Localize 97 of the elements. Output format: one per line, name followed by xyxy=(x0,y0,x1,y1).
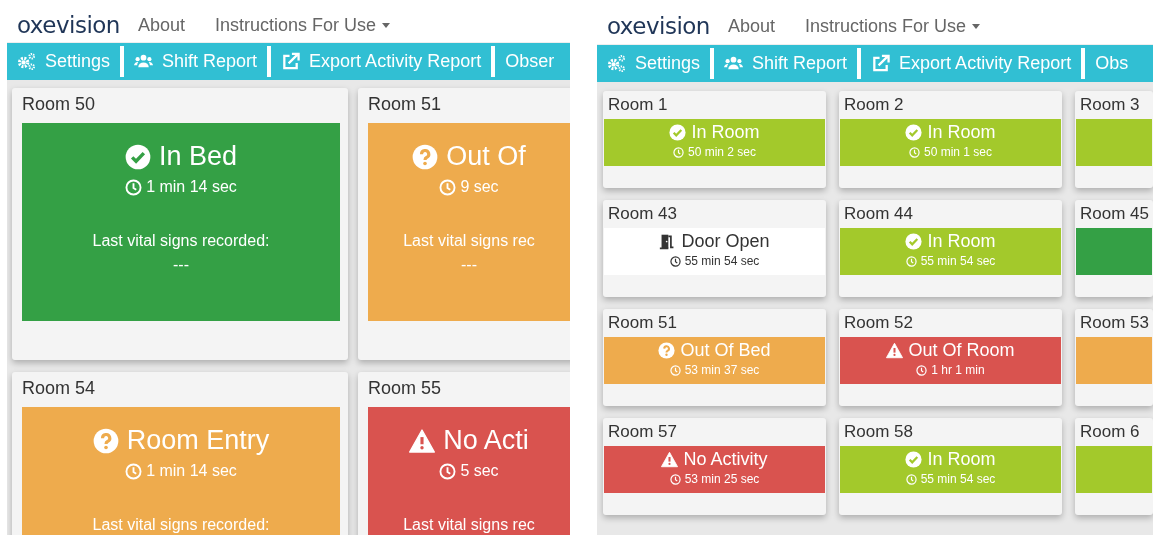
room-card[interactable]: Room 57 No Activity 53 min 25 sec xyxy=(603,418,826,515)
room-card[interactable]: Room 52 Out Of Room 1 hr 1 min xyxy=(839,309,1062,406)
check-circle-icon xyxy=(669,124,687,141)
room-card[interactable]: Room 3 xyxy=(1075,91,1153,188)
clock-icon xyxy=(908,146,920,158)
room-name: Room 58 xyxy=(843,422,914,442)
room-card[interactable]: Room 51 Out Of Bed 53 min 37 sec xyxy=(603,309,826,406)
nav-link[interactable]: About xyxy=(727,15,775,37)
elapsed-time: 53 min 25 sec xyxy=(684,472,760,486)
room-card[interactable]: Room 51 Out Of 9 sec Last vital signs rec --- xyxy=(358,88,570,360)
vitals-label: Last vital signs recorded: xyxy=(91,232,271,250)
room-name: Room 57 xyxy=(607,422,678,442)
gears-icon xyxy=(607,54,626,73)
room-name: Room 53 xyxy=(1079,313,1150,333)
clock-icon xyxy=(905,473,917,485)
room-name: Room 51 xyxy=(368,94,443,115)
room-card[interactable]: Room 50 In Bed 1 min 14 sec Last vital signs recorded: --- xyxy=(12,88,348,360)
elapsed-time: 5 sec xyxy=(460,462,499,480)
room-name: Room 51 xyxy=(607,313,678,333)
room-name: Room 2 xyxy=(843,95,905,115)
external-link-icon xyxy=(281,52,301,71)
elapsed-time: 1 min 14 sec xyxy=(146,178,237,196)
elapsed-time: 1 hr 1 min xyxy=(931,363,985,377)
logo[interactable]: oxevision xyxy=(607,13,710,39)
status-label: No Acti xyxy=(443,425,529,456)
room-name: Room 54 xyxy=(22,378,97,399)
status-label: No Activity xyxy=(683,449,768,470)
elapsed-time: 55 min 54 sec xyxy=(920,254,996,268)
vitals-value: --- xyxy=(172,256,190,274)
elapsed-time: 55 min 54 sec xyxy=(920,472,996,486)
room-card[interactable]: Room 43 Door Open 55 min 54 sec xyxy=(603,200,826,297)
nav-link[interactable]: Instructions For Use xyxy=(805,15,981,37)
logo[interactable]: oxevision xyxy=(17,12,120,38)
vitals-label: Last vital signs recorded: xyxy=(91,516,271,534)
room-name: Room 1 xyxy=(607,95,669,115)
elapsed-time: 1 min 14 sec xyxy=(146,462,237,480)
room-card[interactable]: Room 1 In Room 50 min 2 sec xyxy=(603,91,826,188)
clock-icon xyxy=(905,255,917,267)
status-label: Door Open xyxy=(681,231,770,252)
room-card[interactable]: Room 45 xyxy=(1075,200,1153,297)
check-circle-icon xyxy=(905,233,923,250)
room-name: Room 50 xyxy=(22,94,97,115)
nav-link[interactable]: About xyxy=(137,14,185,36)
elapsed-time: 50 min 1 sec xyxy=(923,145,992,159)
status-label: Out Of xyxy=(446,141,526,172)
status-label: Out Of Bed xyxy=(680,340,771,361)
room-card[interactable]: Room 55 No Acti 5 sec Last vital signs rec xyxy=(358,372,570,535)
room-card[interactable]: Room 53 xyxy=(1075,309,1153,406)
elapsed-time: 50 min 2 sec xyxy=(687,145,756,159)
clock-icon xyxy=(125,462,143,480)
clock-icon xyxy=(669,255,681,267)
caret-icon xyxy=(382,22,391,28)
check-circle-icon xyxy=(905,451,923,468)
clock-icon xyxy=(672,146,684,158)
status-label: In Room xyxy=(927,122,996,143)
elapsed-time: 9 sec xyxy=(460,178,499,196)
status-label: In Room xyxy=(927,231,996,252)
status-label: Room Entry xyxy=(126,425,270,456)
clock-icon xyxy=(439,462,457,480)
status-label: Out Of Room xyxy=(908,340,1015,361)
external-link-icon xyxy=(871,54,891,73)
clock-icon xyxy=(916,364,928,376)
clock-icon xyxy=(669,473,681,485)
question-circle-icon xyxy=(92,427,119,454)
warning-icon xyxy=(409,427,436,454)
room-name: Room 43 xyxy=(607,204,678,224)
room-name: Room 45 xyxy=(1079,204,1150,224)
room-card[interactable]: Room 54 Room Entry 1 min 14 sec Last vital signs recorded: xyxy=(12,372,348,535)
room-card[interactable]: Room 44 In Room 55 min 54 sec xyxy=(839,200,1062,297)
clock-icon xyxy=(439,178,457,196)
gears-icon xyxy=(17,52,36,71)
room-name: Room 3 xyxy=(1079,95,1141,115)
check-circle-icon xyxy=(124,143,151,170)
elapsed-time: 55 min 54 sec xyxy=(684,254,760,268)
caret-icon xyxy=(972,23,981,29)
elapsed-time: 53 min 37 sec xyxy=(684,363,760,377)
status-label: In Room xyxy=(691,122,760,143)
status-label: In Bed xyxy=(158,141,238,172)
room-card[interactable]: Room 58 In Room 55 min 54 sec xyxy=(839,418,1062,515)
room-name: Room 44 xyxy=(843,204,914,224)
vitals-value: --- xyxy=(460,256,478,274)
clock-icon xyxy=(125,178,143,196)
vitals-label: Last vital signs rec xyxy=(402,232,536,250)
vitals-label: Last vital signs rec xyxy=(402,516,536,534)
question-circle-icon xyxy=(658,342,676,359)
warning-icon xyxy=(661,451,679,468)
check-circle-icon xyxy=(905,124,923,141)
room-card[interactable]: Room 6 xyxy=(1075,418,1153,515)
clock-icon xyxy=(669,364,681,376)
room-name: Room 52 xyxy=(843,313,914,333)
status-label: In Room xyxy=(927,449,996,470)
room-name: Room 55 xyxy=(368,378,443,399)
room-name: Room 6 xyxy=(1079,422,1141,442)
question-circle-icon xyxy=(412,143,439,170)
room-card[interactable]: Room 2 In Room 50 min 1 sec xyxy=(839,91,1062,188)
nav-link[interactable]: Instructions For Use xyxy=(215,14,391,36)
warning-icon xyxy=(886,342,904,359)
